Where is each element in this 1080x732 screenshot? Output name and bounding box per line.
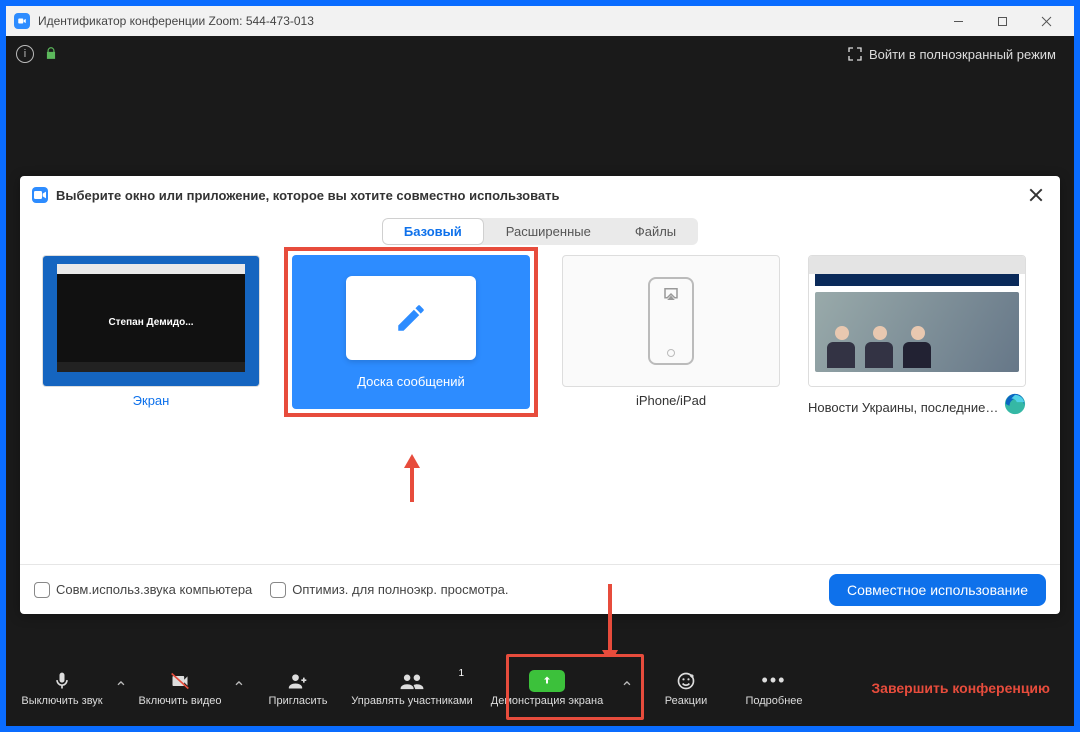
invite-icon — [286, 671, 310, 691]
share-screen-dialog: Выберите окно или приложение, которое вы… — [20, 176, 1060, 614]
share-option-caption: Новости Украины, последние н... — [808, 400, 1000, 415]
fullscreen-label: Войти в полноэкранный режим — [869, 47, 1056, 62]
share-dialog-title: Выберите окно или приложение, которое вы… — [56, 188, 1024, 203]
news-thumbnail — [808, 255, 1026, 387]
checkbox-icon — [34, 582, 50, 598]
chevron-up-icon: ⌃ — [620, 678, 633, 698]
share-options-button[interactable]: ⌃ — [612, 678, 642, 698]
toolbar-label: Демонстрация экрана — [491, 695, 603, 707]
toolbar-label: Включить видео — [138, 695, 221, 707]
info-icon[interactable]: i — [16, 45, 34, 63]
participants-count-badge: 1 — [458, 668, 464, 679]
chevron-up-icon: ⌃ — [232, 678, 245, 698]
chevron-up-icon: ⌃ — [114, 678, 127, 698]
share-dialog-footer: Совм.использ.звука компьютера Оптимиз. д… — [20, 564, 1060, 614]
toolbar-label: Реакции — [665, 695, 708, 707]
maximize-button[interactable] — [980, 6, 1024, 36]
whiteboard-thumbnail: Доска сообщений — [292, 255, 530, 409]
optimize-fullscreen-checkbox[interactable]: Оптимиз. для полноэкр. просмотра. — [270, 582, 508, 598]
share-options-grid: Степан Демидо... Экран — [20, 255, 1060, 564]
toolbar-label: Подробнее — [745, 695, 802, 707]
share-option-caption: iPhone/iPad — [636, 393, 706, 408]
share-screen-button[interactable]: Демонстрация экрана — [482, 670, 612, 707]
reactions-icon — [676, 671, 696, 691]
encryption-lock-icon[interactable] — [44, 46, 58, 63]
audio-options-button[interactable]: ⌃ — [106, 678, 136, 698]
video-options-button[interactable]: ⌃ — [224, 678, 254, 698]
window-title: Идентификатор конференции Zoom: 544-473-… — [38, 14, 936, 28]
close-window-button[interactable] — [1024, 6, 1068, 36]
titlebar: Идентификатор конференции Zoom: 544-473-… — [6, 6, 1074, 36]
share-option-screen[interactable]: Степан Демидо... Экран — [42, 255, 260, 415]
microphone-icon — [52, 671, 72, 691]
share-option-iphone-ipad[interactable]: iPhone/iPad — [562, 255, 780, 415]
end-meeting-button[interactable]: Завершить конференцию — [859, 680, 1062, 696]
checkbox-icon — [270, 582, 286, 598]
manage-participants-button[interactable]: 1 Управлять участниками — [342, 670, 482, 707]
edge-browser-icon — [1004, 393, 1026, 415]
annotation-arrow-up-icon — [404, 454, 420, 468]
toolbar-label: Управлять участниками — [351, 695, 472, 707]
meeting-topbar: i Войти в полноэкранный режим — [6, 36, 1074, 72]
meeting-toolbar: Выключить звук ⌃ Включить видео ⌃ Пригла… — [12, 656, 1068, 720]
pen-icon — [394, 301, 428, 335]
share-screen-icon — [529, 670, 565, 692]
zoom-window: Идентификатор конференции Zoom: 544-473-… — [6, 6, 1074, 726]
share-option-whiteboard[interactable]: Доска сообщений — [288, 255, 534, 415]
iphone-thumbnail — [562, 255, 780, 387]
meeting-area: i Войти в полноэкранный режим Выберите о… — [6, 36, 1074, 726]
toolbar-label: Выключить звук — [21, 695, 102, 707]
share-dialog-header: Выберите окно или приложение, которое вы… — [20, 176, 1060, 214]
invite-button[interactable]: Пригласить — [254, 670, 342, 707]
zoom-logo-icon — [14, 13, 30, 29]
more-icon: ••• — [762, 670, 787, 692]
toolbar-label: Пригласить — [269, 695, 328, 707]
mute-button[interactable]: Выключить звук — [18, 670, 106, 707]
enter-fullscreen-button[interactable]: Войти в полноэкранный режим — [839, 42, 1064, 66]
share-dialog-close-button[interactable] — [1024, 183, 1048, 207]
zoom-logo-icon — [32, 187, 48, 203]
tab-basic[interactable]: Базовый — [382, 218, 484, 245]
start-video-button[interactable]: Включить видео — [136, 670, 224, 707]
reactions-button[interactable]: Реакции — [642, 670, 730, 707]
mini-participant-name: Степан Демидо... — [57, 317, 245, 328]
tab-files[interactable]: Файлы — [613, 218, 698, 245]
share-option-caption: Доска сообщений — [357, 374, 465, 389]
video-off-icon — [168, 671, 192, 691]
more-button[interactable]: ••• Подробнее — [730, 670, 818, 707]
share-tabs: Базовый Расширенные Файлы — [20, 218, 1060, 245]
minimize-button[interactable] — [936, 6, 980, 36]
share-button[interactable]: Совместное использование — [829, 574, 1046, 606]
checkbox-label: Совм.использ.звука компьютера — [56, 582, 252, 597]
participants-icon — [399, 671, 425, 691]
screen-thumbnail: Степан Демидо... — [42, 255, 260, 387]
airplay-icon — [662, 285, 680, 303]
highlight-box: Доска сообщений — [284, 247, 538, 417]
share-computer-audio-checkbox[interactable]: Совм.использ.звука компьютера — [34, 582, 252, 598]
tab-advanced[interactable]: Расширенные — [484, 218, 613, 245]
checkbox-label: Оптимиз. для полноэкр. просмотра. — [292, 582, 508, 597]
share-option-news-window[interactable]: Новости Украины, последние н... — [808, 255, 1026, 415]
share-option-caption: Экран — [133, 393, 170, 408]
